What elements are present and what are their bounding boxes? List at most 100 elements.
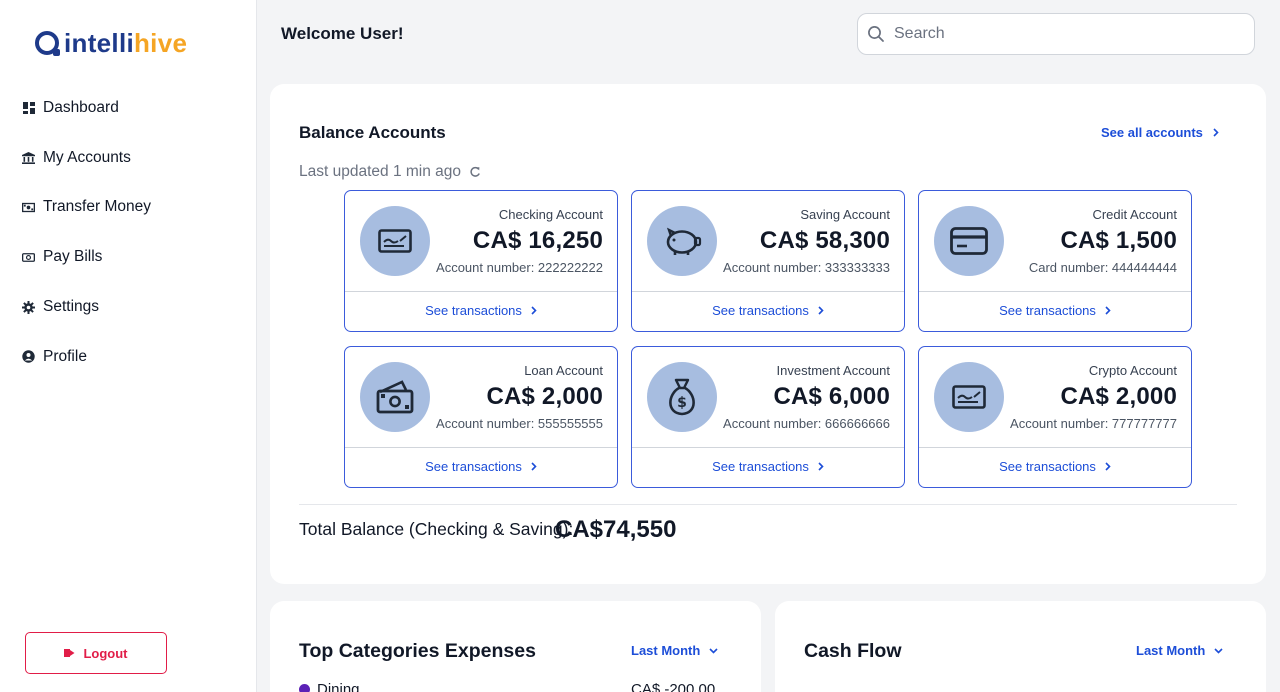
sidebar-item-profile[interactable]: Profile — [0, 332, 256, 382]
logout-button[interactable]: Logout — [25, 632, 167, 674]
piggy-bank-icon — [666, 227, 702, 255]
period-dropdown-label: Last Month — [631, 643, 701, 658]
see-transactions-link[interactable]: See transactions — [632, 303, 904, 318]
sidebar-item-label: My Accounts — [43, 148, 131, 166]
see-all-accounts-link[interactable]: See all accounts — [1101, 125, 1219, 140]
expense-row: Dining CA$ -200.00 — [299, 681, 717, 692]
account-type: Credit Account — [1092, 207, 1177, 222]
category-color-dot — [299, 684, 310, 692]
chevron-right-icon — [1105, 306, 1111, 315]
top-categories-expenses-card: Top Categories Expenses Last Month Dinin… — [270, 601, 761, 692]
account-balance: CA$ 2,000 — [486, 383, 603, 410]
account-icon-circle — [934, 362, 1004, 432]
brand-name: intellihive — [64, 28, 188, 58]
divider — [345, 291, 617, 292]
account-number: Card number: 444444444 — [1028, 260, 1177, 275]
cash-bills-icon — [376, 380, 414, 414]
expense-amount: CA$ -200.00 — [631, 681, 716, 692]
divider — [299, 504, 1237, 505]
see-all-label: See all accounts — [1101, 125, 1203, 140]
welcome-heading: Welcome User! — [281, 24, 404, 43]
sidebar-nav: Dashboard My Accounts Transfer Money Pay… — [0, 83, 256, 382]
sidebar-item-my-accounts[interactable]: My Accounts — [0, 133, 256, 183]
divider — [632, 291, 904, 292]
sidebar-item-dashboard[interactable]: Dashboard — [0, 83, 256, 133]
bills-icon — [22, 251, 35, 264]
sidebar-item-label: Dashboard — [43, 98, 119, 116]
chevron-down-icon — [1214, 647, 1223, 654]
account-card-credit[interactable]: Credit Account CA$ 1,500 Card number: 44… — [918, 190, 1192, 332]
account-card-checking[interactable]: Checking Account CA$ 16,250 Account numb… — [344, 190, 618, 332]
chevron-right-icon — [1105, 462, 1111, 471]
account-number: Account number: 333333333 — [723, 260, 890, 275]
account-number: Account number: 777777777 — [1010, 416, 1177, 431]
logout-icon — [64, 649, 75, 657]
logo-mark-icon — [35, 31, 60, 56]
credit-card-icon — [950, 227, 988, 255]
see-transactions-link[interactable]: See transactions — [919, 303, 1191, 318]
chevron-right-icon — [818, 306, 824, 315]
account-card-saving[interactable]: Saving Account CA$ 58,300 Account number… — [631, 190, 905, 332]
account-number: Account number: 222222222 — [436, 260, 603, 275]
sidebar-item-pay-bills[interactable]: Pay Bills — [0, 232, 256, 282]
sidebar-item-label: Transfer Money — [43, 198, 151, 216]
account-type: Loan Account — [524, 363, 603, 378]
see-transactions-link[interactable]: See transactions — [345, 459, 617, 474]
see-transactions-label: See transactions — [999, 303, 1096, 318]
section-title: Cash Flow — [804, 640, 902, 662]
chevron-right-icon — [818, 462, 824, 471]
account-balance: CA$ 1,500 — [1060, 227, 1177, 254]
account-icon-circle: $ — [647, 362, 717, 432]
chevron-right-icon — [1213, 128, 1219, 137]
last-updated: Last updated 1 min ago — [299, 163, 481, 181]
search-icon — [868, 26, 884, 42]
search-input[interactable] — [894, 25, 1234, 43]
total-balance-value: CA$74,550 — [555, 516, 677, 543]
account-card-loan[interactable]: Loan Account CA$ 2,000 Account number: 5… — [344, 346, 618, 488]
see-transactions-label: See transactions — [712, 459, 809, 474]
see-transactions-link[interactable]: See transactions — [345, 303, 617, 318]
period-dropdown[interactable]: Last Month — [631, 643, 718, 658]
account-type: Checking Account — [498, 207, 603, 222]
period-dropdown-label: Last Month — [1136, 643, 1206, 658]
see-transactions-label: See transactions — [999, 459, 1096, 474]
account-icon-circle — [360, 362, 430, 432]
expense-category: Dining — [317, 681, 360, 692]
account-number: Account number: 666666666 — [723, 416, 890, 431]
account-type: Saving Account — [800, 207, 890, 222]
sidebar-item-settings[interactable]: Settings — [0, 282, 256, 332]
last-updated-label: Last updated 1 min ago — [299, 163, 462, 180]
see-transactions-link[interactable]: See transactions — [919, 459, 1191, 474]
see-transactions-label: See transactions — [425, 303, 522, 318]
chevron-right-icon — [531, 306, 537, 315]
sidebar-item-transfer-money[interactable]: Transfer Money — [0, 183, 256, 233]
divider — [345, 447, 617, 448]
period-dropdown[interactable]: Last Month — [1136, 643, 1223, 658]
search-box[interactable] — [857, 13, 1255, 55]
section-title: Balance Accounts — [299, 123, 446, 142]
total-balance-label: Total Balance (Checking & Saving): — [299, 519, 574, 539]
account-balance: CA$ 2,000 — [1060, 383, 1177, 410]
account-balance: CA$ 16,250 — [472, 227, 603, 254]
money-transfer-icon — [22, 201, 35, 214]
divider — [632, 447, 904, 448]
divider — [919, 447, 1191, 448]
account-number: Account number: 555555555 — [436, 416, 603, 431]
account-balance: CA$ 58,300 — [759, 227, 890, 254]
account-icon-circle — [360, 206, 430, 276]
see-transactions-link[interactable]: See transactions — [632, 459, 904, 474]
account-card-investment[interactable]: $ Investment Account CA$ 6,000 Account n… — [631, 346, 905, 488]
sidebar-item-label: Settings — [43, 298, 100, 316]
refresh-icon[interactable] — [469, 166, 481, 178]
account-card-crypto[interactable]: Crypto Account CA$ 2,000 Account number:… — [918, 346, 1192, 488]
logout-label: Logout — [83, 645, 128, 661]
see-transactions-label: See transactions — [425, 459, 522, 474]
user-circle-icon — [22, 350, 35, 364]
brand-logo[interactable]: intellihive — [35, 28, 187, 58]
svg-text:$: $ — [677, 395, 687, 411]
account-balance: CA$ 6,000 — [773, 383, 890, 410]
divider — [919, 291, 1191, 292]
section-title: Top Categories Expenses — [299, 640, 536, 662]
account-type: Crypto Account — [1088, 363, 1177, 378]
balance-accounts-card: Balance Accounts See all accounts Last u… — [270, 84, 1266, 584]
